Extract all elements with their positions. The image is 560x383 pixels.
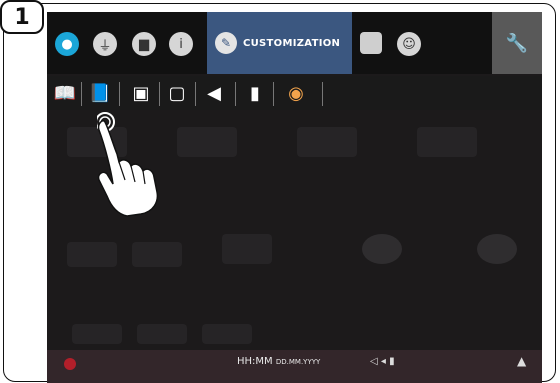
- info-icon[interactable]: i: [169, 32, 193, 56]
- up-arrow-icon[interactable]: ▲: [517, 354, 526, 368]
- step-number-badge: 1: [0, 0, 44, 34]
- monitor-icon[interactable]: [360, 32, 382, 54]
- toolbar-divider: [81, 82, 82, 106]
- time-text: HH:MM: [237, 356, 273, 367]
- book-blue-icon[interactable]: 📘: [87, 82, 113, 104]
- usb-stick-icon[interactable]: ▮: [247, 82, 263, 104]
- faded-tile: [222, 234, 272, 264]
- faded-tile: [132, 242, 182, 267]
- pen-icon: ✎: [215, 32, 237, 54]
- tv-icon[interactable]: ▢: [165, 82, 189, 104]
- faded-tile: [137, 324, 187, 344]
- tab-customization[interactable]: ✎ CUSTOMIZATION: [207, 12, 352, 74]
- image-icon[interactable]: ▣: [127, 82, 155, 104]
- faded-tile: [362, 234, 402, 264]
- user-icon[interactable]: ☺: [397, 32, 421, 56]
- wrench-icon: 🔧: [505, 32, 529, 54]
- book-icon[interactable]: ▆: [132, 32, 156, 56]
- toolbar-divider: [273, 82, 274, 106]
- water-drop-icon[interactable]: ●: [55, 32, 79, 56]
- hand-pointer-icon: [97, 112, 159, 217]
- speaker-icon[interactable]: ◀: [201, 82, 227, 104]
- faded-tile: [177, 127, 237, 157]
- date-text: DD.MM.YYYY: [275, 358, 321, 366]
- manual-book-icon[interactable]: 📖: [52, 82, 78, 104]
- toolbar-divider: [119, 82, 120, 106]
- faded-tile: [67, 242, 117, 267]
- toolbar-divider: [159, 82, 160, 106]
- top-navigation-bar: ● ⏚ ▆ i ✎ CUSTOMIZATION ☺ 🔧: [47, 12, 542, 74]
- faded-tile: [72, 324, 122, 344]
- status-time: HH:MM DD.MM.YYYY: [237, 356, 320, 367]
- faded-tile: [202, 324, 252, 344]
- device-screen: ● ⏚ ▆ i ✎ CUSTOMIZATION ☺ 🔧 📖 📘 ▣ ▢ ◀ ▮ …: [47, 12, 542, 383]
- palette-icon[interactable]: ◉: [282, 82, 310, 104]
- toolbar-divider: [195, 82, 196, 106]
- toolbar-divider: [235, 82, 236, 106]
- status-controls[interactable]: ◁ ◂ ▮: [370, 356, 395, 367]
- faded-tile: [417, 127, 477, 157]
- faded-tile: [477, 234, 517, 264]
- settings-button[interactable]: 🔧: [492, 12, 542, 74]
- faded-tile: [297, 127, 357, 157]
- tab-customization-label: CUSTOMIZATION: [243, 37, 341, 49]
- toolbar-divider: [322, 82, 323, 106]
- usb-icon[interactable]: ⏚: [93, 32, 117, 56]
- status-indicator-icon: [64, 358, 76, 370]
- customization-toolbar: 📖 📘 ▣ ▢ ◀ ▮ ◉: [47, 76, 542, 110]
- status-bar: HH:MM DD.MM.YYYY ◁ ◂ ▮ ▲: [47, 350, 542, 383]
